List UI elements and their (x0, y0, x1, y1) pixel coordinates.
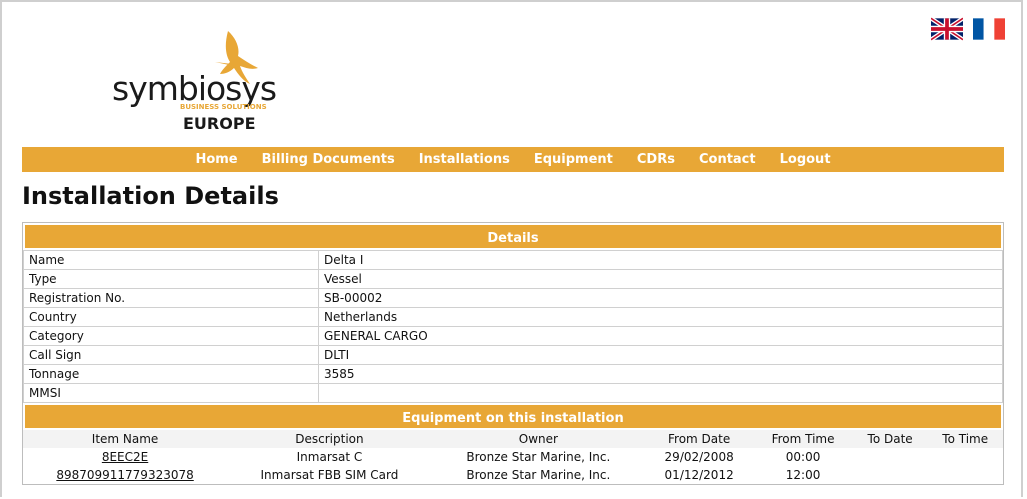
detail-value: Netherlands (318, 307, 1003, 327)
column-header: From Time (753, 430, 853, 448)
nav-contact[interactable]: Contact (699, 152, 756, 167)
details-section-header: Details (23, 223, 1003, 250)
details-row-name: Name Delta I (23, 250, 1003, 270)
detail-label: Registration No. (23, 288, 319, 308)
installation-details-panel: Details Name Delta I Type Vessel Registr… (22, 222, 1004, 485)
from-date-cell: 29/02/2008 (664, 450, 734, 464)
nav-logout[interactable]: Logout (780, 152, 831, 167)
details-row-type: Type Vessel (23, 269, 1003, 289)
column-header: To Date (852, 430, 928, 448)
equipment-header-row: Item Name Description Owner From Date Fr… (23, 430, 1003, 448)
item-name-link[interactable]: 8EEC2E (102, 450, 148, 464)
item-name-cell: 8EEC2E (23, 448, 227, 466)
detail-value (318, 383, 1003, 403)
equipment-table: Item Name Description Owner From Date Fr… (23, 430, 1003, 484)
from-date-cell: 01/12/2012 (664, 468, 734, 482)
details-row-tonnage: Tonnage 3585 (23, 364, 1003, 384)
from-time-cell: 00:00 (785, 450, 821, 464)
detail-label: MMSI (23, 383, 319, 403)
details-row-registration: Registration No. SB-00002 (23, 288, 1003, 308)
table-row: 8EEC2E Inmarsat C Bronze Star Marine, In… (23, 448, 1003, 466)
to-time-cell (927, 466, 1003, 484)
owner-cell: Bronze Star Marine, Inc. (466, 450, 611, 464)
from-time-cell: 12:00 (785, 468, 821, 482)
column-header: Description (227, 430, 432, 448)
to-date-cell (853, 448, 928, 466)
to-date-cell (853, 466, 928, 484)
to-time-cell (927, 448, 1003, 466)
detail-label: Category (23, 326, 319, 346)
logo-tagline-text: BUSINESS SOLUTIONS (180, 103, 267, 111)
item-name-link[interactable]: 898709911779323078 (56, 468, 193, 482)
column-header: Item Name (23, 430, 228, 448)
nav-installations[interactable]: Installations (419, 152, 510, 167)
uk-flag-icon[interactable] (931, 17, 963, 41)
detail-value: Delta I (318, 250, 1003, 270)
description-cell: Inmarsat C (296, 450, 363, 464)
detail-label: Name (23, 250, 319, 270)
details-row-category: Category GENERAL CARGO (23, 326, 1003, 346)
details-table: Name Delta I Type Vessel Registration No… (23, 250, 1003, 403)
column-header: To Time (927, 430, 1003, 448)
main-nav: Home Billing Documents Installations Equ… (22, 147, 1004, 172)
column-header: From Date (644, 430, 754, 448)
table-row: 898709911779323078 Inmarsat FBB SIM Card… (23, 466, 1003, 484)
description-cell: Inmarsat FBB SIM Card (260, 468, 399, 482)
details-row-mmsi: MMSI (23, 383, 1003, 403)
nav-equipment[interactable]: Equipment (534, 152, 613, 167)
detail-value: 3585 (318, 364, 1003, 384)
detail-value: SB-00002 (318, 288, 1003, 308)
detail-value: Vessel (318, 269, 1003, 289)
item-name-cell: 898709911779323078 (23, 466, 227, 484)
details-row-call-sign: Call Sign DLTI (23, 345, 1003, 365)
column-header: Owner (431, 430, 645, 448)
page-title: Installation Details (22, 182, 279, 210)
symbiosys-logo[interactable]: symbiosys BUSINESS SOLUTIONS EUROPE (110, 26, 295, 136)
equipment-section-header: Equipment on this installation (23, 403, 1003, 430)
detail-value: DLTI (318, 345, 1003, 365)
logo-region-text: EUROPE (183, 114, 256, 133)
detail-label: Tonnage (23, 364, 319, 384)
nav-home[interactable]: Home (195, 152, 237, 167)
nav-cdrs[interactable]: CDRs (637, 152, 675, 167)
detail-label: Country (23, 307, 319, 327)
language-switcher (931, 17, 1005, 41)
detail-label: Type (23, 269, 319, 289)
nav-billing-documents[interactable]: Billing Documents (262, 152, 395, 167)
owner-cell: Bronze Star Marine, Inc. (466, 468, 611, 482)
france-flag-icon[interactable] (973, 17, 1005, 41)
detail-value: GENERAL CARGO (318, 326, 1003, 346)
detail-label: Call Sign (23, 345, 319, 365)
details-row-country: Country Netherlands (23, 307, 1003, 327)
